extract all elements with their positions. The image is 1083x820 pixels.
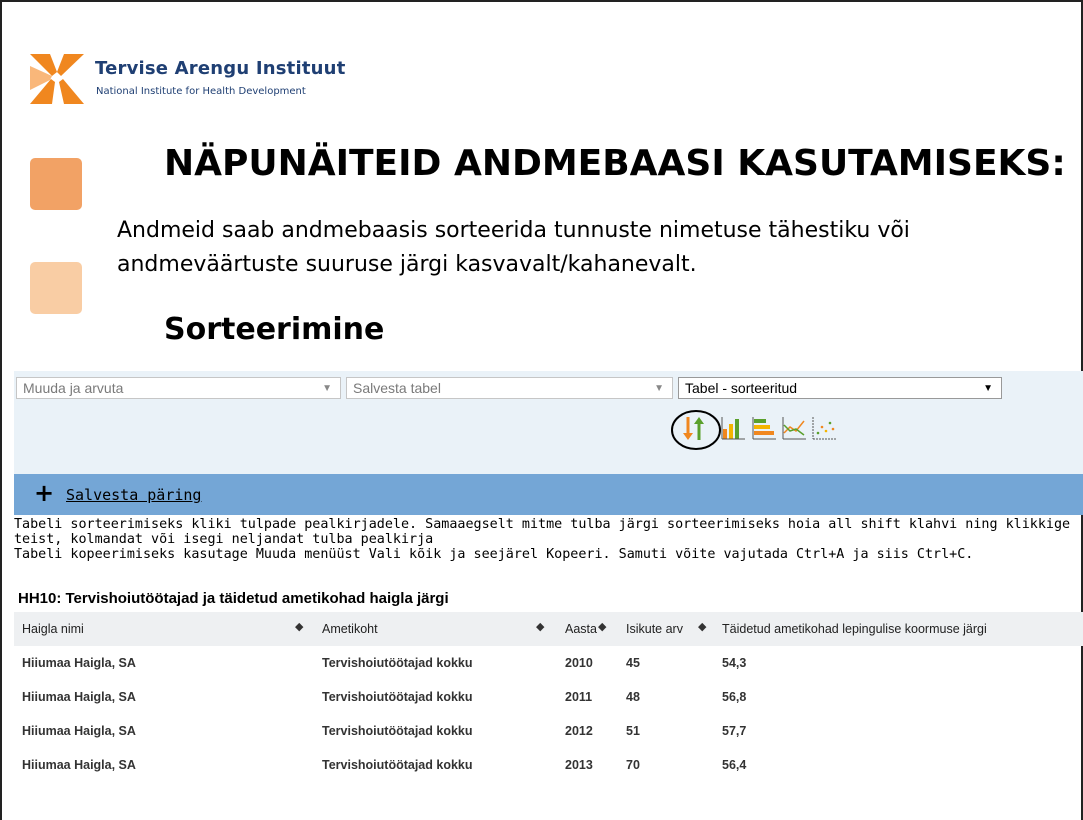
cell-filled: 54,3 [722, 656, 747, 670]
header-year[interactable]: Aasta [565, 622, 597, 636]
help-copy-text: Tabeli kopeerimiseks kasutage Muuda menü… [14, 547, 974, 562]
header-persons[interactable]: Isikute arv [626, 622, 683, 636]
line-chart-icon[interactable] [781, 415, 807, 441]
save-table-select[interactable]: Salvesta tabel ▼ [346, 377, 673, 399]
cell-filled: 56,4 [722, 758, 747, 772]
slide-text: Andmeid saab andmebaasis sorteerida tunn… [117, 218, 910, 277]
cell-persons: 48 [626, 690, 640, 704]
table-row: Hiiumaa Haigla, SA Tervishoiutöötajad ko… [14, 714, 1083, 748]
scatter-chart-icon[interactable] [811, 415, 837, 441]
tai-logo-icon [30, 54, 84, 104]
cell-year: 2012 [565, 724, 593, 738]
cell-hospital: Hiiumaa Haigla, SA [22, 758, 136, 772]
cell-position: Tervishoiutöötajad kokku [322, 724, 473, 738]
table-row: Hiiumaa Haigla, SA Tervishoiutöötajad ko… [14, 748, 1083, 782]
cell-filled: 57,7 [722, 724, 747, 738]
cell-position: Tervishoiutöötajad kokku [322, 656, 473, 670]
save-table-select-label: Salvesta tabel [353, 380, 441, 396]
save-query-link[interactable]: Salvesta päring [66, 486, 201, 504]
cell-hospital: Hiiumaa Haigla, SA [22, 690, 136, 704]
edit-calc-select-label: Muuda ja arvuta [23, 380, 124, 396]
cell-position: Tervishoiutöötajad kokku [322, 690, 473, 704]
table-title: HH10: Tervishoiutöötajad ja täidetud ame… [18, 590, 449, 607]
chevron-down-icon: ▼ [322, 383, 332, 394]
chevron-down-icon: ▼ [983, 383, 993, 394]
help-sort-text: Tabeli sorteerimiseks kliki tulpade peal… [14, 517, 1071, 547]
header-hospital-name[interactable]: Haigla nimi [22, 622, 84, 636]
cell-filled: 56,8 [722, 690, 747, 704]
sort-arrows-icon[interactable]: ◆ [536, 620, 544, 633]
cell-year: 2011 [565, 690, 593, 704]
cell-year: 2010 [565, 656, 593, 670]
cell-hospital: Hiiumaa Haigla, SA [22, 724, 136, 738]
header-position[interactable]: Ametikoht [322, 622, 378, 636]
sort-arrows-icon[interactable]: ◆ [698, 620, 706, 633]
table-row: Hiiumaa Haigla, SA Tervishoiutöötajad ko… [14, 646, 1083, 680]
table-row: Hiiumaa Haigla, SA Tervishoiutöötajad ko… [14, 680, 1083, 714]
edit-calc-select[interactable]: Muuda ja arvuta ▼ [16, 377, 341, 399]
help-text: Tabeli sorteerimiseks kliki tulpade peal… [14, 517, 1083, 562]
view-type-select[interactable]: Tabel - sorteeritud ▼ [678, 377, 1002, 399]
decor-square-light [30, 262, 82, 314]
view-icons [669, 409, 869, 451]
cell-persons: 70 [626, 758, 640, 772]
chevron-down-icon: ▼ [654, 383, 664, 394]
decor-square-orange [30, 158, 82, 210]
header-filled-positions[interactable]: Täidetud ametikohad lepingulise koormuse… [722, 622, 987, 636]
org-subtitle: National Institute for Health Developmen… [96, 86, 306, 97]
cell-year: 2013 [565, 758, 593, 772]
slide-title: NÄPUNÄITEID ANDMEBAASI KASUTAMISEKS: [164, 143, 1066, 184]
cell-hospital: Hiiumaa Haigla, SA [22, 656, 136, 670]
app-toolbar: Muuda ja arvuta ▼ Salvesta tabel ▼ Tabel… [14, 371, 1083, 474]
horizontal-bar-chart-icon[interactable] [751, 415, 777, 441]
cell-position: Tervishoiutöötajad kokku [322, 758, 473, 772]
slide-subtitle: Sorteerimine [164, 312, 385, 347]
cell-persons: 51 [626, 724, 640, 738]
table-header: Haigla nimi ◆ Ametikoht ◆ Aasta ◆ Isikut… [14, 612, 1083, 646]
bar-chart-icon[interactable] [721, 415, 747, 441]
sort-arrows-icon[interactable]: ◆ [295, 620, 303, 633]
sort-arrows-icon[interactable]: ◆ [598, 620, 606, 633]
save-query-bar: + Salvesta päring [14, 474, 1083, 515]
view-type-select-label: Tabel - sorteeritud [685, 380, 798, 396]
plus-icon[interactable]: + [34, 479, 54, 507]
sort-icon[interactable] [669, 409, 723, 451]
cell-persons: 45 [626, 656, 640, 670]
org-name: Tervise Arengu Instituut [95, 58, 346, 79]
